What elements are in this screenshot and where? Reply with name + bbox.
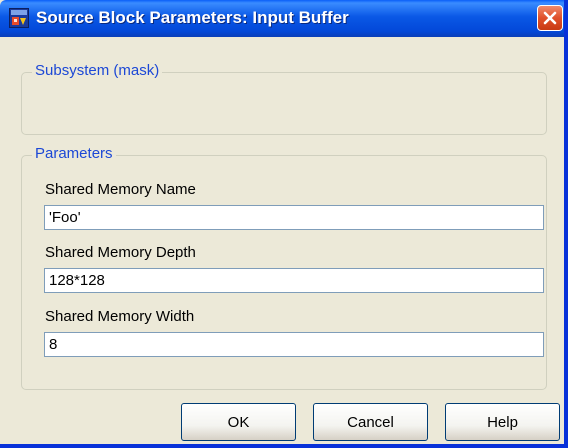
shared-memory-width-label: Shared Memory Width	[45, 308, 195, 325]
help-button[interactable]: Help	[445, 403, 560, 441]
shared-memory-width-input[interactable]	[44, 332, 544, 357]
shared-memory-depth-label: Shared Memory Depth	[45, 244, 196, 261]
shared-memory-name-input[interactable]	[44, 205, 544, 230]
parameters-legend: Parameters	[32, 145, 116, 162]
subsystem-group	[21, 72, 547, 135]
shared-memory-depth-input[interactable]	[44, 268, 544, 293]
cancel-button[interactable]: Cancel	[313, 403, 428, 441]
simulink-block-icon	[9, 8, 29, 28]
dialog-window: Source Block Parameters: Input Buffer Su…	[0, 0, 568, 448]
shared-memory-name-label: Shared Memory Name	[45, 181, 196, 198]
close-button[interactable]	[537, 5, 563, 31]
ok-button[interactable]: OK	[181, 403, 296, 441]
title-bar[interactable]: Source Block Parameters: Input Buffer	[0, 0, 564, 37]
subsystem-legend: Subsystem (mask)	[32, 62, 163, 79]
window-title: Source Block Parameters: Input Buffer	[36, 8, 349, 27]
